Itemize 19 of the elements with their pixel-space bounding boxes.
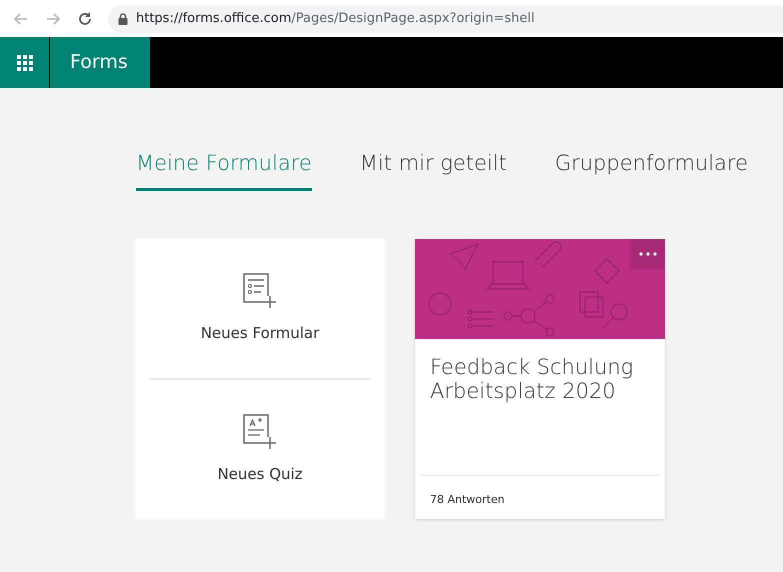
- tab[interactable]: Mit mir geteilt: [360, 148, 507, 190]
- new-form-button[interactable]: Neues Formular: [150, 238, 370, 378]
- quiz-add-icon: [242, 412, 278, 451]
- address-bar[interactable]: https://forms.office.com/Pages/DesignPage.aspx?origin=shell: [108, 4, 783, 32]
- more-icon: [638, 252, 656, 256]
- more-options-button[interactable]: [630, 238, 665, 268]
- tab[interactable]: Gruppenformulare: [554, 148, 748, 190]
- app-launcher-button[interactable]: [0, 37, 50, 88]
- form-title: Feedback Schulung Arbeitsplatz 2020: [430, 354, 634, 406]
- form-card[interactable]: Feedback Schulung Arbeitsplatz 2020 78 Antworten: [415, 238, 665, 518]
- reload-icon[interactable]: [76, 10, 94, 28]
- app-title[interactable]: Forms: [50, 37, 150, 88]
- url-text: https://forms.office.com/Pages/DesignPage.aspx?origin=shell: [136, 10, 535, 28]
- waffle-icon: [16, 54, 32, 70]
- lock-icon: [118, 12, 128, 24]
- form-add-icon: [242, 272, 278, 310]
- response-count: 78 Antworten: [430, 492, 505, 506]
- new-quiz-button[interactable]: Neues Quiz: [150, 380, 370, 518]
- tab[interactable]: Meine Formulare: [136, 148, 312, 190]
